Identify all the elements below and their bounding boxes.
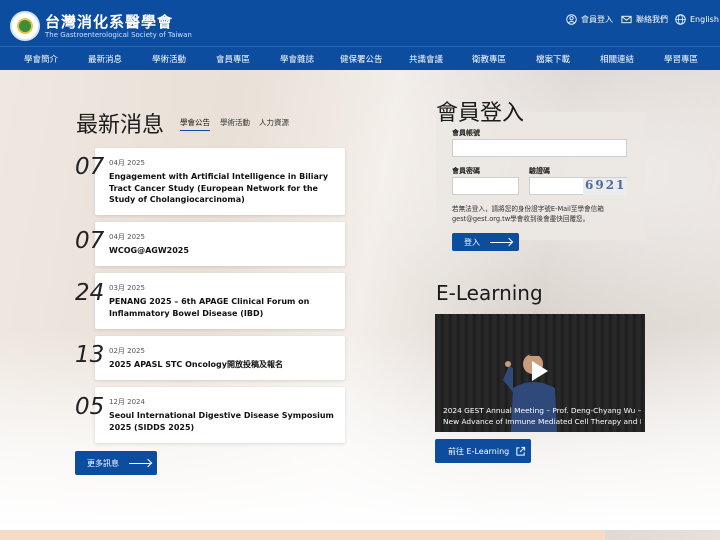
english-link[interactable]: English [675,14,719,25]
nav-downloads[interactable]: 檔案下載 [536,53,570,65]
captcha-label: 驗證碼 [529,167,550,175]
password-input[interactable] [452,177,519,195]
nav-learning[interactable]: 學習專區 [664,53,698,65]
tab-hr[interactable]: 人力資源 [259,117,289,128]
video-caption: 2024 GEST Annual Meeting – Prof. Deng-Ch… [443,405,641,427]
nav-about[interactable]: 學會簡介 [24,53,58,65]
news-headline: WCOG@AGW2025 [109,246,189,255]
logo-emblem [17,18,33,34]
news-headline: Engagement with Artificial Intelligence … [109,172,329,204]
video-caption-line-1: 2024 GEST Annual Meeting – Prof. Deng-Ch… [443,406,641,415]
nav-members[interactable]: 會員專區 [216,53,250,65]
contact-label: 聯絡我們 [636,15,668,24]
account-label: 會員帳號 [452,129,480,137]
more-news-button[interactable]: 更多訊息 [75,451,157,475]
news-date: 04月 2025 [109,159,145,167]
news-item[interactable]: 04月 2025 WCOG@AGW2025 [95,222,345,266]
nav-academic[interactable]: 學術活動 [152,53,186,65]
english-label: English [690,15,719,24]
elearning-video[interactable]: 2024 GEST Annual Meeting – Prof. Deng-Ch… [435,314,645,432]
news-day: 05 [75,394,105,420]
elearning-title: E-Learning [436,281,543,305]
user-icon [566,14,577,25]
go-elearning-label: 前往 E-Learning [448,446,510,456]
password-label: 會員密碼 [452,167,480,175]
account-input[interactable] [452,139,627,157]
news-date: 04月 2025 [109,233,145,241]
nav-nhia[interactable]: 健保署公告 [340,53,383,65]
tab-academic[interactable]: 學術活動 [220,117,250,128]
top-header: 台灣消化系醫學會 The Gastroenterological Society… [0,0,720,46]
login-note: 若無法登入，請將您的身份證字號E-Mail至學會信箱gest@gest.org.… [452,205,604,223]
nav-health-edu[interactable]: 衛教專區 [472,53,506,65]
nav-links[interactable]: 相關連結 [600,53,634,65]
news-date: 02月 2025 [109,347,145,355]
news-headline: 2025 APASL STC Oncology開放投稿及報名 [109,360,283,369]
external-link-icon [516,446,526,456]
news-item[interactable]: 04月 2025 Engagement with Artificial Inte… [95,148,345,215]
news-day: 07 [75,154,105,180]
contact-link[interactable]: 聯絡我們 [621,14,668,25]
site-subtitle: The Gastroenterological Society of Taiwa… [45,31,192,39]
globe-icon [675,14,686,25]
member-login-label: 會員登入 [581,15,613,24]
site-title[interactable]: 台灣消化系醫學會 [45,11,173,32]
play-icon[interactable] [532,361,548,381]
bottom-band [0,530,605,540]
nav-news[interactable]: 最新消息 [88,53,122,65]
tab-announcements[interactable]: 學會公告 [180,117,210,131]
site-logo[interactable] [10,11,40,41]
news-day: 24 [75,280,105,306]
news-day: 13 [75,342,105,368]
nav-consensus[interactable]: 共識會議 [409,53,443,65]
news-date: 12月 2024 [109,398,145,406]
go-elearning-button[interactable]: 前往 E-Learning [435,439,531,463]
mail-icon [621,15,632,24]
news-title: 最新消息 [76,113,165,138]
news-headline: PENANG 2025 – 6th APAGE Clinical Forum o… [109,297,310,318]
captcha-image[interactable]: 6921 [583,178,627,195]
news-day: 07 [75,228,105,254]
arrow-right-icon [129,462,151,464]
login-submit-label: 登入 [464,237,480,247]
more-news-label: 更多訊息 [87,458,119,468]
news-headline: Seoul International Digestive Disease Sy… [109,411,334,432]
nav-journal[interactable]: 學會雜誌 [280,53,314,65]
arrow-right-icon [490,241,512,243]
news-item[interactable]: 03月 2025 PENANG 2025 – 6th APAGE Clinica… [95,273,345,329]
member-login-link[interactable]: 會員登入 [566,14,613,25]
news-item[interactable]: 12月 2024 Seoul International Digestive D… [95,387,345,443]
login-title: 會員登入 [436,101,525,126]
main-nav: 學會簡介 最新消息 學術活動 會員專區 學會雜誌 健保署公告 共識會議 衛教專區… [0,46,720,70]
login-submit-button[interactable]: 登入 [452,233,519,251]
video-caption-line-2: New Advance of Immune Mediated Cell Ther… [443,417,641,426]
news-date: 03月 2025 [109,284,145,292]
news-item[interactable]: 02月 2025 2025 APASL STC Oncology開放投稿及報名 [95,336,345,380]
